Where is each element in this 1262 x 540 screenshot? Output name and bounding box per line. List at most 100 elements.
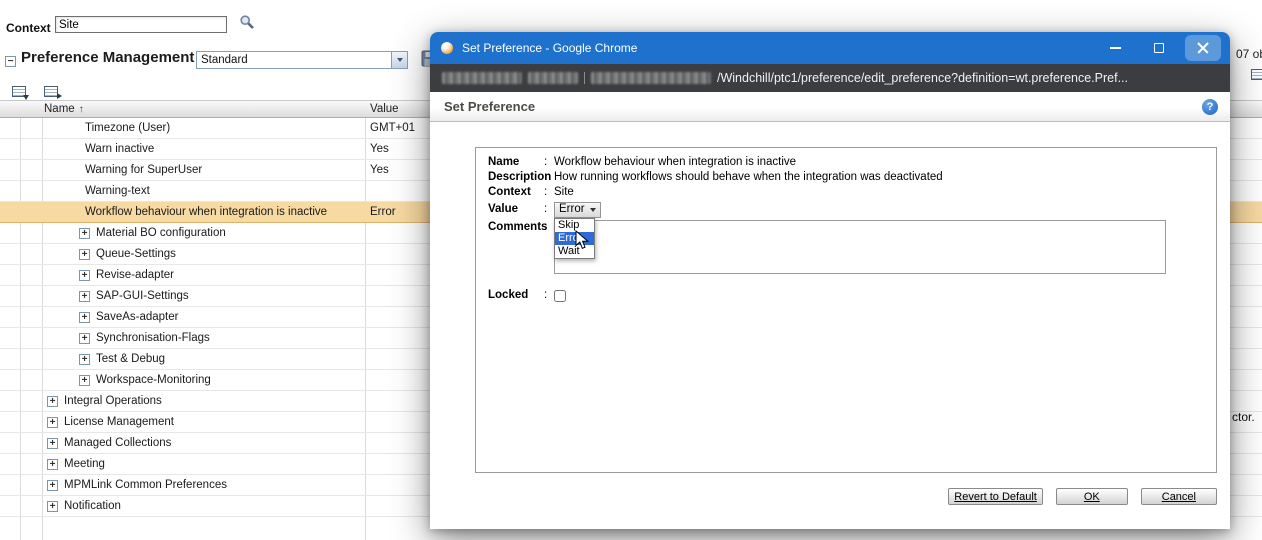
ok-button[interactable]: OK [1056,488,1128,505]
row-label: Synchronisation-Flags [96,328,210,349]
value-field-label: Value [488,202,544,217]
field-locked: Locked : [488,288,1206,303]
locked-checkbox[interactable] [554,290,566,302]
row-label: Workspace-Monitoring [96,370,211,391]
description-field-label: Description [488,170,544,185]
expand-icon[interactable]: + [79,249,90,260]
dropdown-option[interactable]: Wait [555,245,594,258]
expand-all-button[interactable] [8,84,30,99]
separator: : [544,185,554,200]
field-context: Context : Site [488,185,1206,200]
chevron-down-icon[interactable] [391,52,407,68]
cancel-button[interactable]: Cancel [1141,488,1217,505]
expand-icon[interactable]: + [47,501,58,512]
page-title: Preference Management [21,49,194,66]
table-icon [1251,69,1262,80]
expand-icon[interactable]: + [79,228,90,239]
view-selector[interactable]: Standard [196,51,408,69]
object-count-partial-text: 07 ob [1236,47,1262,61]
comments-field-label: Comments [488,220,544,235]
expand-icon[interactable]: + [47,438,58,449]
separator: : [544,220,554,235]
expand-icon[interactable]: + [79,291,90,302]
row-label: SAP-GUI-Settings [96,286,189,307]
row-value: Yes [370,160,389,181]
dropdown-option[interactable]: Error [555,232,594,245]
window-titlebar[interactable]: Set Preference - Google Chrome [430,32,1230,64]
row-label: Notification [64,496,121,517]
chevron-down-icon [590,208,596,212]
row-label: Material BO configuration [96,223,226,244]
table-view-button-partial[interactable] [1247,67,1262,82]
close-icon [1197,42,1209,54]
row-label: Warning for SuperUser [85,160,202,181]
window-controls [1093,32,1230,64]
description-field-value: How running workflows should behave when… [554,170,943,185]
row-value: GMT+01 [370,118,415,139]
context-input[interactable] [55,16,227,33]
row-label: Revise-adapter [96,265,174,286]
name-header-label: Name [44,101,75,118]
minimize-button[interactable] [1093,32,1137,64]
name-column-header[interactable]: Name ↑ [44,101,84,118]
row-label: Warn inactive [85,139,154,160]
row-label: Warning-text [85,181,150,202]
expand-icon[interactable]: + [47,480,58,491]
context-search-button[interactable] [238,14,256,32]
view-selector-value: Standard [197,52,391,68]
table-collapse-icon [44,86,58,97]
separator: : [544,288,554,303]
expand-icon[interactable]: + [79,375,90,386]
popup-content: Set Preference ? Name : Workflow behavio… [430,92,1230,529]
expand-icon[interactable]: + [47,417,58,428]
field-value: Value : Error SkipErrorWait [488,201,1206,218]
expand-icon[interactable]: + [79,333,90,344]
search-icon [239,14,255,30]
name-field-label: Name [488,155,544,170]
row-value: Error [370,202,396,223]
redacted-url-segment [442,72,522,84]
redacted-url-segment [528,72,578,84]
expand-icon[interactable]: + [79,312,90,323]
url-text: /Windchill/ptc1/preference/edit_preferen… [717,71,1128,85]
row-label: SaveAs-adapter [96,307,178,328]
expand-icon[interactable]: + [79,270,90,281]
redacted-url-segment [591,72,711,84]
collapse-icon[interactable]: − [5,56,16,67]
maximize-icon [1154,43,1164,53]
field-description: Description : How running workflows shou… [488,170,1206,185]
row-label: Integral Operations [64,391,162,412]
address-bar[interactable]: /Windchill/ptc1/preference/edit_preferen… [430,64,1230,92]
help-icon[interactable]: ? [1202,99,1218,115]
row-label: MPMLink Common Preferences [64,475,227,496]
row-label: Meeting [64,454,105,475]
close-button[interactable] [1185,35,1221,61]
table-toolbar [8,84,62,99]
separator: : [544,170,554,185]
preference-form: Name : Workflow behaviour when integrati… [475,147,1217,473]
expand-icon[interactable]: + [79,354,90,365]
revert-to-default-button[interactable]: Revert to Default [948,488,1043,505]
row-label: Workflow behaviour when integration is i… [85,202,327,223]
field-name: Name : Workflow behaviour when integrati… [488,155,1206,170]
comments-textarea[interactable] [554,220,1166,274]
table-expand-icon [12,86,26,97]
value-column-header[interactable]: Value [370,101,399,118]
dialog-buttons: Revert to Default OK Cancel [948,488,1217,505]
separator: : [544,155,554,170]
maximize-button[interactable] [1137,32,1181,64]
set-preference-window: Set Preference - Google Chrome /Windchil… [430,32,1230,529]
expand-icon[interactable]: + [47,459,58,470]
name-field-value: Workflow behaviour when integration is i… [554,155,796,170]
row-label: Timezone (User) [85,118,170,139]
screen: Context − Preference Management Standard [0,0,1262,540]
dropdown-option[interactable]: Skip [555,219,594,232]
value-select[interactable]: Error SkipErrorWait [554,202,601,218]
popup-page-title: Set Preference [444,99,535,114]
minimize-icon [1110,47,1121,49]
collapse-all-button[interactable] [40,84,62,99]
expand-icon[interactable]: + [47,396,58,407]
value-select-text: Error [559,202,585,217]
row-label: License Management [64,412,174,433]
field-comments: Comments : [488,220,1206,274]
